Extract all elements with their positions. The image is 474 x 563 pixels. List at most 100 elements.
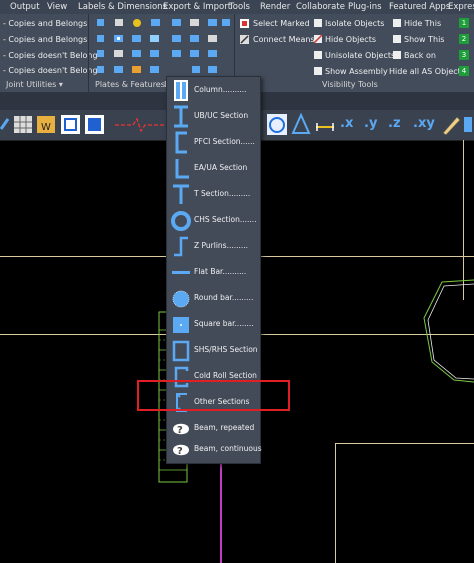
t-section-icon	[173, 184, 189, 204]
menu-item-pfc-section[interactable]: PFCI Section......	[167, 130, 260, 155]
arrow-tool-icon[interactable]	[0, 113, 12, 136]
numbered-button-3[interactable]: 3	[459, 50, 469, 60]
isolate-objects-button[interactable]: Isolate Objects	[325, 19, 384, 28]
axis-x-button[interactable]: .x	[340, 116, 353, 131]
cad-line-magenta	[220, 460, 222, 563]
hide-objects-icon	[313, 34, 323, 44]
mirror-tool-icon[interactable]	[290, 113, 312, 136]
svg-text:?: ?	[177, 425, 183, 436]
menu-export-import[interactable]: Export & Import	[163, 2, 231, 12]
flat-bar-icon	[172, 271, 190, 274]
menu-item-ub-uc-section[interactable]: UB/UC Section	[167, 104, 260, 129]
select-marked-button[interactable]: Select Marked	[253, 19, 310, 28]
copies-doesnt-belong-2[interactable]: - Copies doesn't Belong	[3, 66, 98, 75]
pfc-section-icon	[175, 131, 187, 154]
menu-item-label: EA/UA Section	[194, 163, 248, 172]
menu-item-t-section[interactable]: T Section.........	[167, 182, 260, 207]
isolate-objects-icon	[314, 19, 322, 27]
menu-bar: Output View Labels & Dimensions Export &…	[0, 0, 474, 14]
menu-item-label: Column..........	[194, 85, 247, 94]
menu-item-shs-rhs-section[interactable]: SHS/RHS Section	[167, 338, 260, 363]
wall-tool-icon[interactable]: W	[35, 113, 57, 136]
cad-octagon-shape	[423, 279, 474, 383]
connect-means-icon	[240, 35, 249, 44]
ribbon-divider	[88, 14, 89, 92]
menu-featured-apps[interactable]: Featured Apps	[389, 2, 450, 12]
shs-rhs-section-icon	[172, 340, 190, 362]
back-on-icon	[393, 51, 401, 59]
rotate-tool-icon[interactable]	[266, 113, 288, 136]
chs-section-icon	[171, 211, 191, 231]
menu-collaborate[interactable]: Collaborate	[296, 2, 345, 12]
plates-features-section-label[interactable]: Plates & Features ▾	[95, 80, 171, 89]
menu-item-round-bar[interactable]: Round bar.........	[167, 286, 260, 311]
back-on-button[interactable]: Back on	[404, 51, 436, 60]
menu-item-label: UB/UC Section	[194, 111, 249, 120]
menu-item-chs-section[interactable]: CHS Section.......	[167, 208, 260, 233]
menu-item-angle-section[interactable]: EA/UA Section	[167, 156, 260, 181]
copies-and-belongs-2[interactable]: - Copies and Belongs	[3, 35, 87, 44]
numbered-button-2[interactable]: 2	[459, 34, 469, 44]
menu-item-square-bar[interactable]: Square bar........	[167, 312, 260, 337]
grid-tool-icon[interactable]	[12, 113, 34, 136]
menu-item-label: CHS Section.......	[194, 215, 257, 224]
menu-item-label: PFCI Section......	[194, 137, 255, 146]
z-purlin-icon	[174, 236, 188, 257]
menu-item-beam-continuous[interactable]: ? Beam, continuous	[167, 437, 262, 462]
pencil-icon[interactable]	[440, 113, 462, 136]
round-bar-icon	[172, 290, 190, 308]
copies-doesnt-belong-1[interactable]: - Copies doesn't Belong	[3, 51, 98, 60]
menu-tools[interactable]: Tools	[229, 2, 250, 12]
menu-item-label: Beam, repeated	[194, 423, 255, 432]
copies-and-belongs-1[interactable]: - Copies and Belongs	[3, 19, 87, 28]
menu-item-label: T Section.........	[194, 189, 251, 198]
features-icon-grid[interactable]	[170, 17, 232, 79]
frame-tool-icon[interactable]	[59, 113, 81, 136]
unisolate-objects-button[interactable]: Unisolate Objects	[325, 51, 395, 60]
hide-objects-button[interactable]: Hide Objects	[325, 35, 376, 44]
menu-item-label: Cold Roll Section	[194, 371, 257, 380]
menu-output[interactable]: Output	[10, 2, 40, 12]
menu-plug-ins[interactable]: Plug-ins	[348, 2, 382, 12]
square-bar-icon	[173, 317, 189, 333]
show-assembly-button[interactable]: Show Assembly	[325, 67, 388, 76]
menu-render[interactable]: Render	[260, 2, 290, 12]
cad-line-vertical	[335, 443, 336, 563]
joint-utilities-section-label[interactable]: Joint Utilities ▾	[6, 80, 63, 89]
numbered-button-1[interactable]: 1	[459, 18, 469, 28]
dotted-frame-tool-icon[interactable]	[83, 113, 105, 136]
menu-item-column[interactable]: Column..........	[167, 78, 260, 103]
select-marked-icon	[240, 19, 249, 28]
menu-item-label: Round bar.........	[194, 293, 254, 302]
ub-uc-section-icon	[174, 105, 188, 128]
visibility-tools-section-label: Visibility Tools	[322, 80, 378, 89]
cad-line-horizontal	[335, 443, 474, 444]
line-style-icon[interactable]	[113, 113, 168, 136]
menu-item-z-purlins[interactable]: Z Purlins.........	[167, 234, 260, 259]
beam-continuous-icon: ?	[173, 444, 189, 457]
highlight-box	[137, 380, 290, 411]
measure-tool-icon[interactable]	[314, 113, 336, 136]
connect-means-button[interactable]: Connect Means	[253, 35, 315, 44]
show-this-button[interactable]: Show This	[404, 35, 444, 44]
menu-item-label: Beam, continuous	[194, 444, 262, 453]
menu-view[interactable]: View	[47, 2, 67, 12]
hide-this-button[interactable]: Hide This	[404, 19, 441, 28]
hide-this-icon	[393, 19, 401, 27]
menu-express[interactable]: Express	[448, 2, 474, 12]
column-icon	[174, 80, 188, 101]
axis-z-button[interactable]: .z	[388, 116, 401, 131]
show-assembly-icon	[314, 67, 322, 75]
hide-all-as-objects-button[interactable]: Hide all AS Objects	[389, 67, 465, 76]
menu-item-label: Flat Bar..........	[194, 267, 247, 276]
plates-features-icon-grid[interactable]	[95, 17, 170, 77]
angle-section-icon	[175, 159, 189, 179]
menu-labels-dimensions[interactable]: Labels & Dimensions	[78, 2, 167, 12]
brush-icon[interactable]	[462, 113, 474, 136]
menu-item-flat-bar[interactable]: Flat Bar..........	[167, 260, 260, 285]
show-this-icon	[393, 35, 401, 43]
axis-xy-button[interactable]: .xy	[413, 116, 435, 131]
numbered-button-4[interactable]: 4	[459, 66, 469, 76]
svg-text:?: ?	[177, 446, 183, 457]
axis-y-button[interactable]: .y	[364, 116, 377, 131]
